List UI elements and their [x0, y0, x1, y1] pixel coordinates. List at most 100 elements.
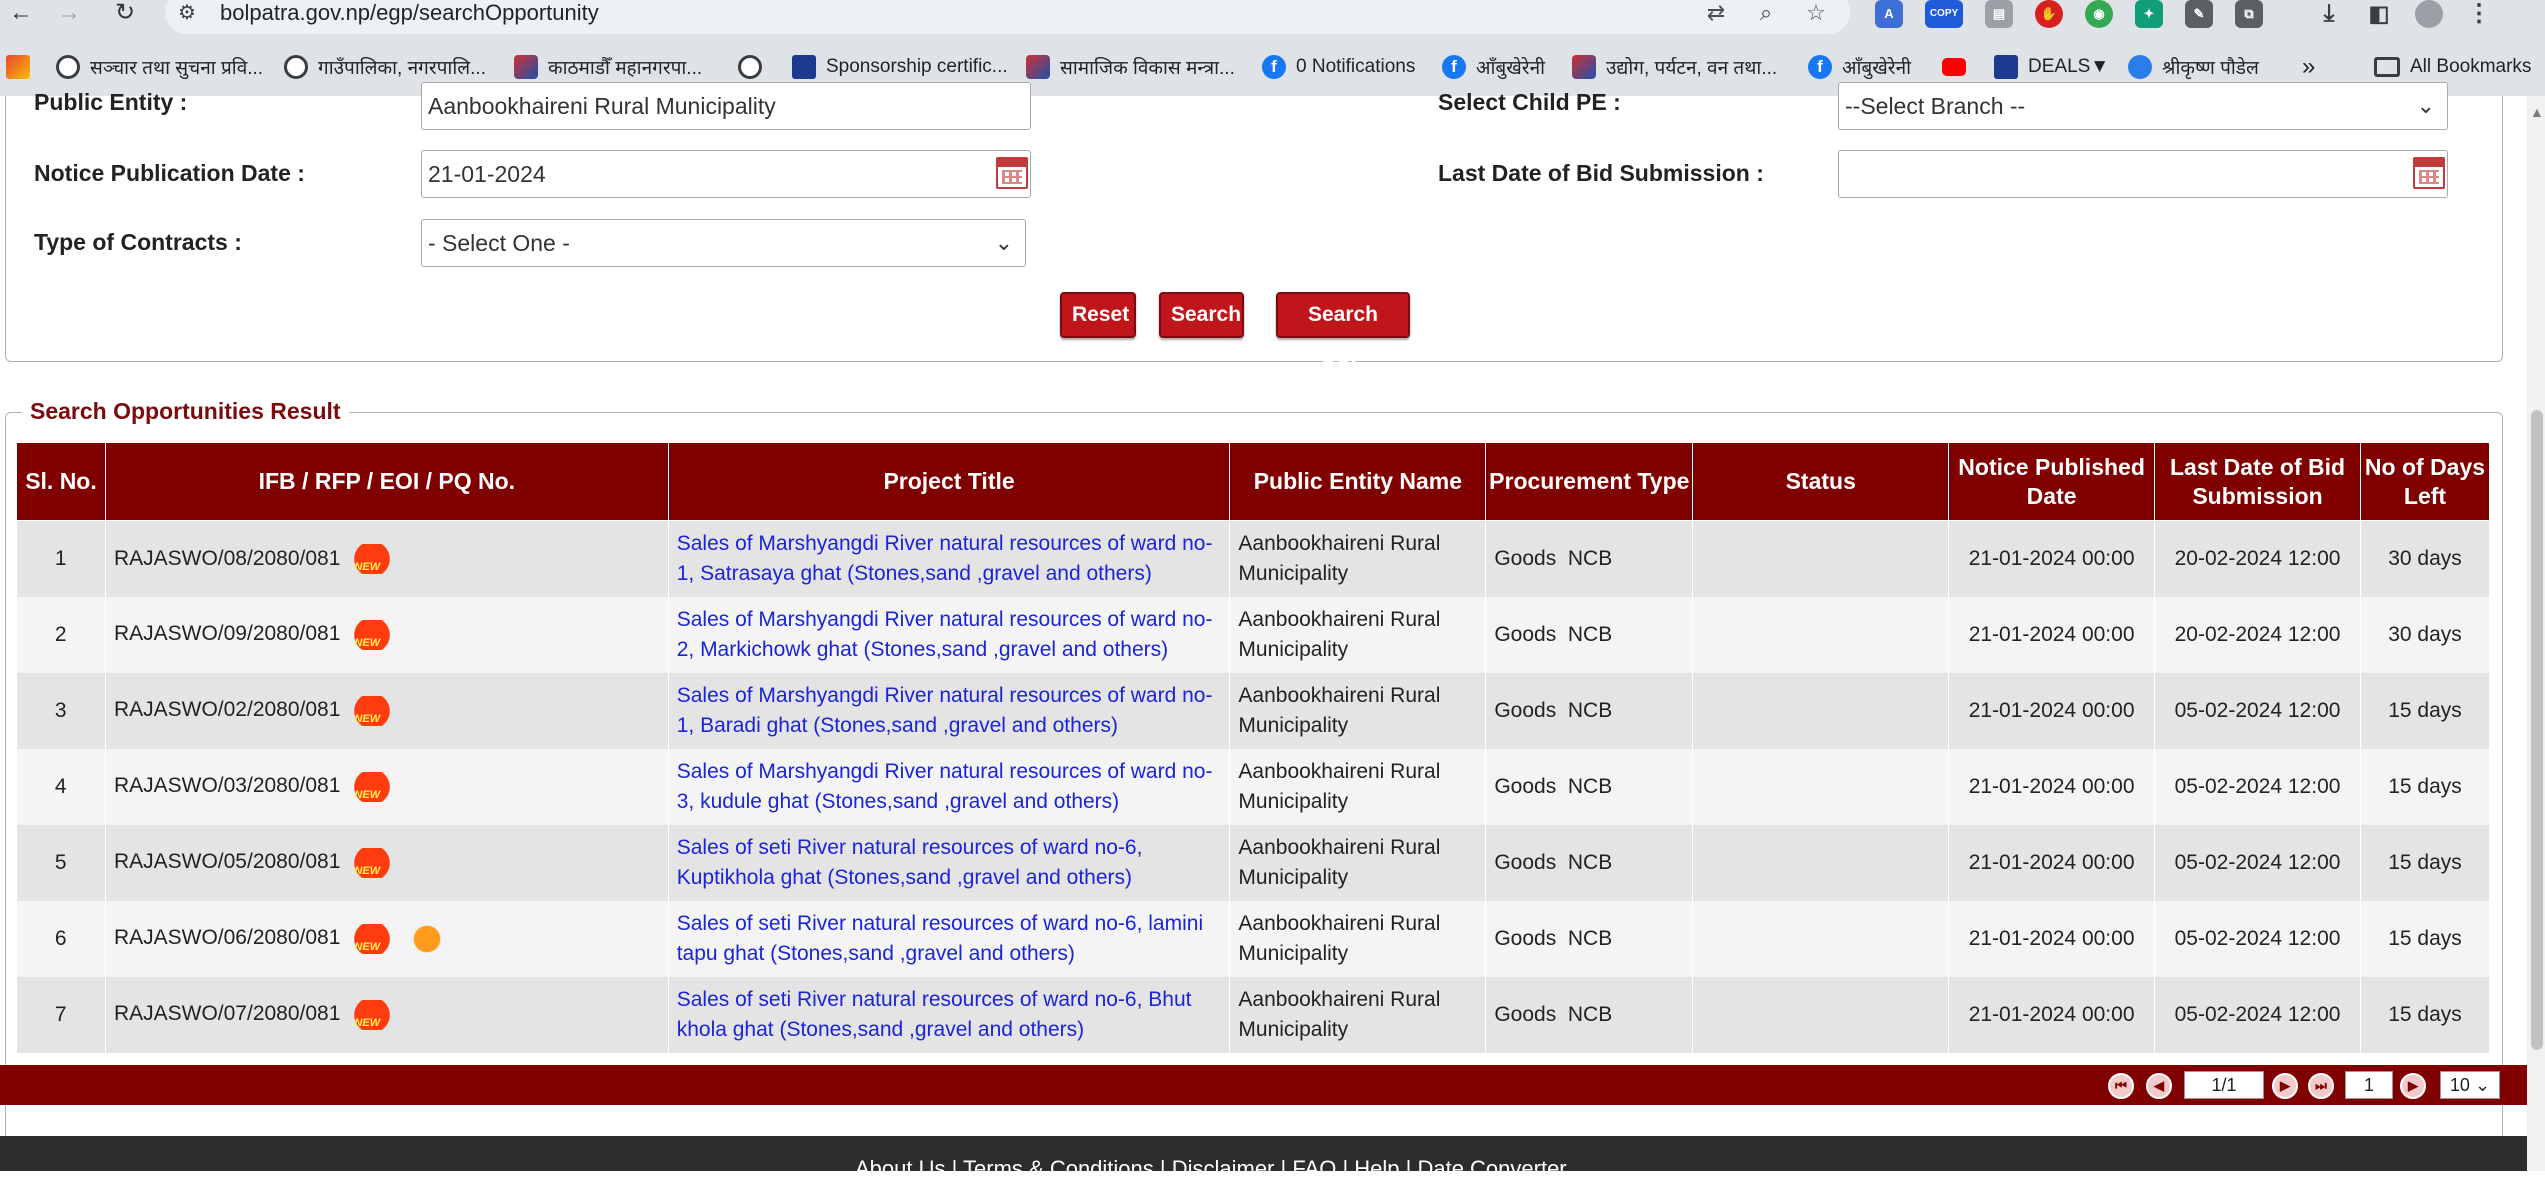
bookmark-item[interactable]: श्रीकृष्ण पौडेल	[2128, 50, 2259, 84]
bookmark-item[interactable]	[738, 50, 772, 84]
bookmark-item[interactable]: DEALS▼	[1994, 50, 2109, 84]
bookmark-item[interactable]	[1942, 50, 1976, 84]
next-page-icon[interactable]: ▶	[2272, 1073, 2298, 1099]
new-badge-icon: NEW	[344, 999, 401, 1030]
prev-page-icon[interactable]: ◀	[2146, 1073, 2172, 1099]
side-panel-icon[interactable]: ◧	[2365, 0, 2393, 28]
cell-days-left: 15 days	[2360, 900, 2490, 977]
hand-extension-icon[interactable]: ✋	[2035, 0, 2063, 28]
bookmark-item[interactable]: Sponsorship certific...	[792, 50, 1008, 84]
forward-icon[interactable]: →	[52, 0, 86, 28]
cell-project-title-link[interactable]: Sales of seti River natural resources of…	[668, 900, 1231, 977]
child-pe-select[interactable]: --Select Branch -- ⌄	[1838, 82, 2448, 130]
cell-project-title-link[interactable]: Sales of Marshyangdi River natural resou…	[668, 596, 1231, 673]
cell-status	[1692, 900, 1950, 977]
col-days-left[interactable]: No of Days Left	[2360, 442, 2490, 521]
bookmark-item[interactable]: सामाजिक विकास मन्त्रा...	[1026, 50, 1235, 84]
public-entity-label: Public Entity :	[34, 89, 188, 115]
url-text[interactable]: bolpatra.gov.np/egp/searchOpportunity	[220, 0, 599, 26]
col-sl-no[interactable]: Sl. No.	[16, 442, 106, 521]
cell-sl-no: 6	[16, 900, 106, 977]
bookmark-item[interactable]: f0 Notifications	[1262, 50, 1415, 84]
cell-last-date: 05-02-2024 12:00	[2154, 824, 2361, 901]
col-status[interactable]: Status	[1692, 442, 1950, 521]
all-bookmarks[interactable]: All Bookmarks	[2374, 50, 2531, 84]
bookmark-item[interactable]: सञ्चार तथा सुचना प्रवि...	[56, 50, 263, 84]
col-public-entity[interactable]: Public Entity Name	[1229, 442, 1487, 521]
scroll-up-icon[interactable]: ▲	[2530, 104, 2544, 120]
last-page-icon[interactable]: ⏭	[2308, 1073, 2334, 1099]
cell-project-title-link[interactable]: Sales of Marshyangdi River natural resou…	[668, 672, 1231, 749]
cell-project-title-link[interactable]: Sales of seti River natural resources of…	[668, 824, 1231, 901]
deals-icon	[1994, 55, 2018, 79]
translate-icon[interactable]: ⇄	[1702, 0, 1730, 26]
col-last-date[interactable]: Last Date of Bid Submission	[2154, 442, 2361, 521]
contract-type-select[interactable]: - Select One - ⌄	[421, 219, 1026, 267]
notice-publication-date-field[interactable]: 21-01-2024	[421, 150, 1031, 198]
download-icon[interactable]: ⤓	[2315, 0, 2343, 28]
zoom-icon[interactable]: ⌕	[1752, 0, 1780, 26]
cell-procurement-type: Goods NCB	[1485, 596, 1694, 673]
cell-project-title-link[interactable]: Sales of Marshyangdi River natural resou…	[668, 748, 1231, 825]
cell-procurement-type: Goods NCB	[1485, 520, 1694, 597]
extensions-puzzle-icon[interactable]: ⧉	[2235, 0, 2263, 28]
new-badge-icon: NEW	[344, 847, 401, 878]
footer-links[interactable]: About Us | Terms & Conditions | Disclaim…	[855, 1156, 1567, 1182]
new-badge-icon: NEW	[344, 771, 401, 802]
last-date-field[interactable]	[1838, 150, 2448, 198]
cell-notice-published: 21-01-2024 00:00	[1948, 520, 2156, 597]
gmail-bookmark[interactable]	[6, 50, 30, 84]
green-extension-icon[interactable]: ✦	[2135, 0, 2163, 28]
copy-extension-icon[interactable]: COPY	[1925, 0, 1963, 28]
scrollbar-thumb[interactable]	[2531, 410, 2543, 1050]
search-form	[5, 96, 2503, 362]
cell-procurement-type: Goods NCB	[1485, 672, 1694, 749]
bookmark-item[interactable]: काठमाडौँ महानगरपा...	[514, 50, 702, 84]
bookmark-item[interactable]: f आँबुखेरेनी	[1442, 50, 1545, 84]
back-icon[interactable]: ←	[4, 0, 38, 28]
reset-button[interactable]: Reset	[1060, 292, 1136, 338]
table-row: 4 RAJASWO/03/2080/081 NEW Sales of Marshyan…	[16, 748, 2490, 825]
cell-ifb-no: RAJASWO/07/2080/081 NEW	[105, 976, 669, 1053]
cell-project-title-link[interactable]: Sales of Marshyangdi River natural resou…	[668, 520, 1231, 597]
cell-project-title-link[interactable]: Sales of seti River natural resources of…	[668, 976, 1231, 1053]
cell-notice-published: 21-01-2024 00:00	[1948, 672, 2156, 749]
search-scp-button[interactable]: Search SCP	[1276, 292, 1410, 368]
bookmark-star-icon[interactable]: ☆	[1802, 0, 1830, 26]
bookmark-item[interactable]: उद्योग, पर्यटन, वन तथा...	[1572, 50, 1777, 84]
chevron-down-icon: ⌄	[2474, 1075, 2491, 1095]
cell-last-date: 05-02-2024 12:00	[2154, 672, 2361, 749]
stylus-extension-icon[interactable]: ✎	[2185, 0, 2213, 28]
go-page-icon[interactable]: ▶	[2400, 1073, 2426, 1099]
profile-avatar[interactable]	[2415, 0, 2443, 28]
col-notice-published[interactable]: Notice Published Date	[1948, 442, 2156, 521]
reload-icon[interactable]: ↻	[108, 0, 142, 28]
chrome-extension-icon[interactable]: ◉	[2085, 0, 2113, 28]
first-page-icon[interactable]: ⏮	[2108, 1073, 2134, 1099]
calendar-icon[interactable]	[996, 157, 1028, 189]
cell-days-left: 15 days	[2360, 748, 2490, 825]
cell-sl-no: 1	[16, 520, 106, 597]
site-info-icon[interactable]: ⚙	[178, 0, 204, 26]
cell-public-entity: Aanbookhaireni Rural Municipality	[1229, 824, 1487, 901]
col-ifb-no[interactable]: IFB / RFP / EOI / PQ No.	[104, 442, 669, 521]
extension-a-icon[interactable]: A	[1875, 0, 1903, 28]
menu-kebab-icon[interactable]: ⋮	[2465, 0, 2493, 28]
col-project-title[interactable]: Project Title	[667, 442, 1231, 521]
col-procurement-type[interactable]: Procurement Type	[1485, 442, 1694, 521]
document-extension-icon[interactable]: ▤	[1985, 0, 2013, 28]
cell-days-left: 15 days	[2360, 824, 2490, 901]
calendar-icon[interactable]	[2413, 157, 2445, 189]
bookmark-item[interactable]: f आँबुखेरेनी	[1808, 50, 1911, 84]
cell-sl-no: 7	[16, 976, 106, 1053]
more-bookmarks-button[interactable]: »	[2302, 50, 2315, 84]
new-badge-icon: NEW	[344, 923, 401, 954]
table-row: 3 RAJASWO/02/2080/081 NEW Sales of Marshyan…	[16, 672, 2490, 749]
cell-sl-no: 3	[16, 672, 106, 749]
search-button[interactable]: Search	[1159, 292, 1244, 338]
bookmark-item[interactable]: गाउँपालिका, नगरपालि...	[284, 50, 486, 84]
public-entity-field[interactable]: Aanbookhaireni Rural Municipality	[421, 82, 1031, 130]
page-size-select[interactable]: 10 ⌄	[2440, 1071, 2500, 1099]
globe-icon	[56, 55, 80, 79]
page-number-input[interactable]: 1	[2345, 1071, 2393, 1099]
